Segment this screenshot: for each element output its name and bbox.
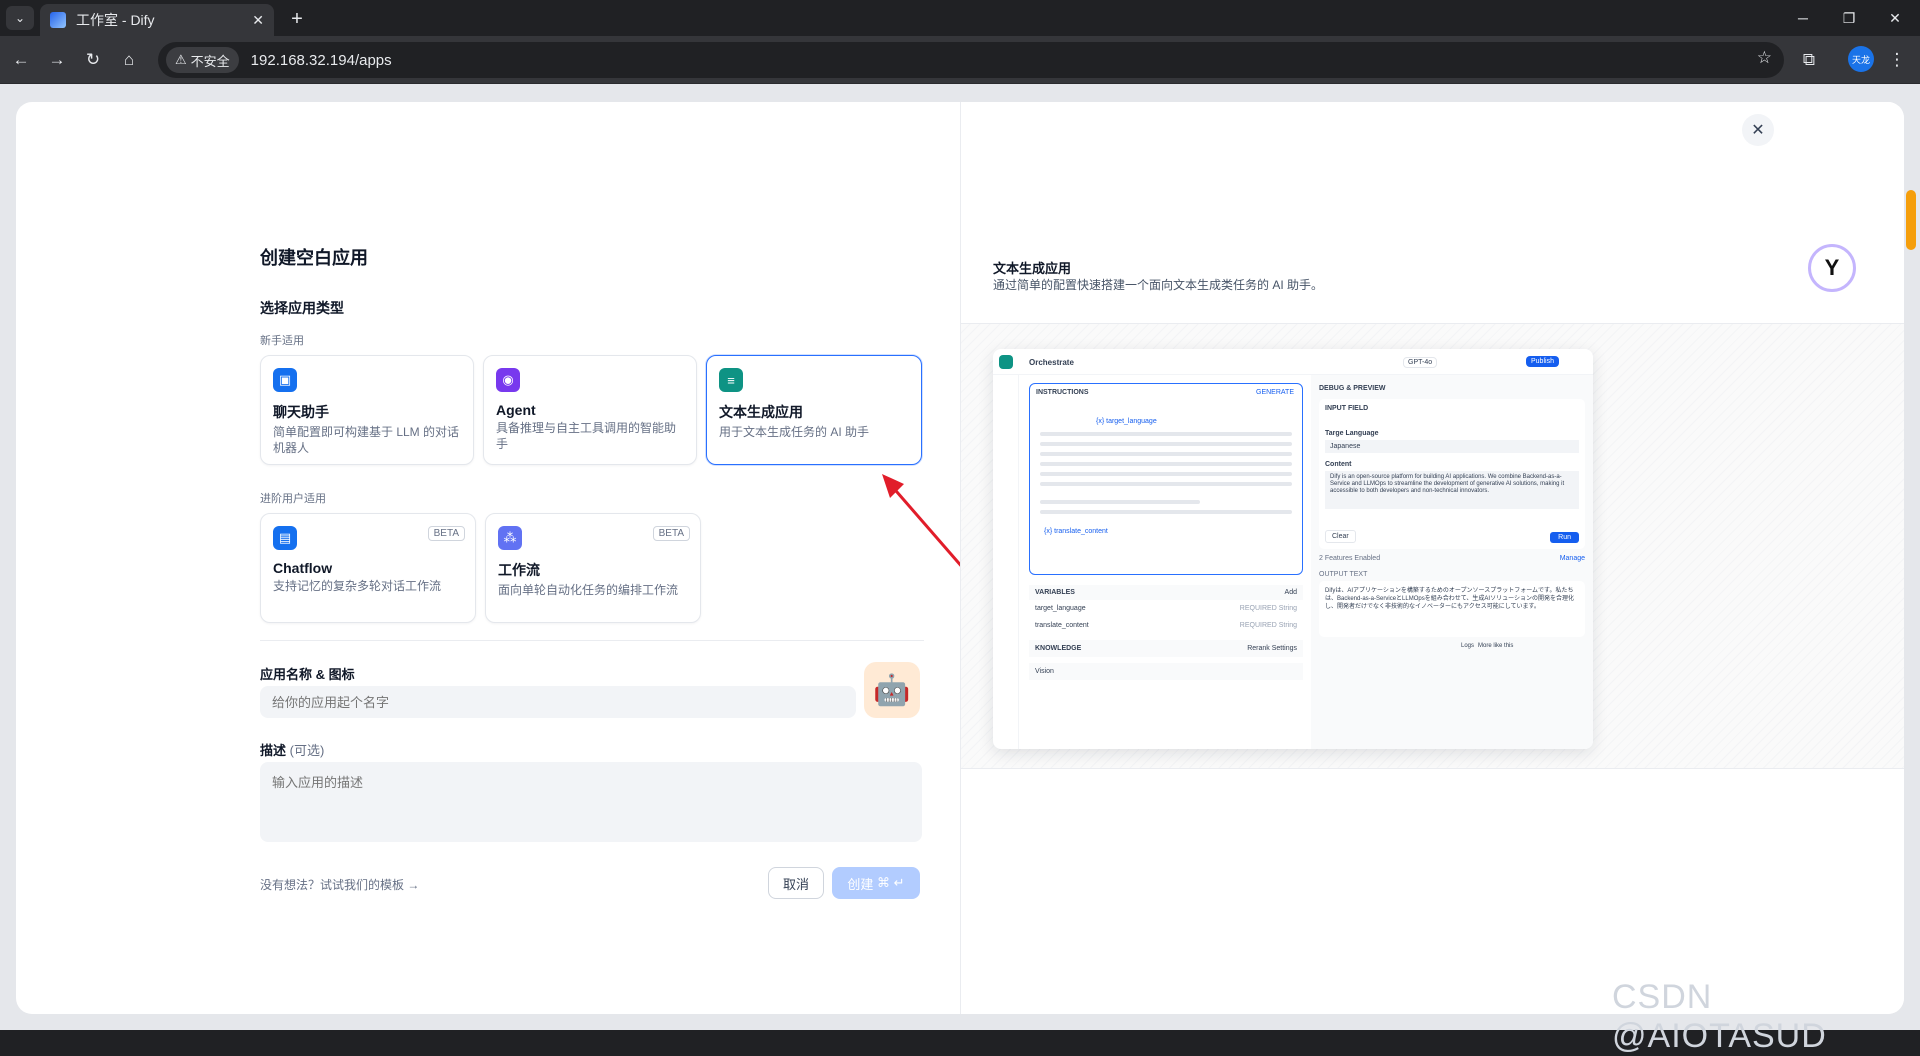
beginner-section-label: 新手适用 bbox=[260, 335, 304, 347]
extensions-icon[interactable]: ⧉ bbox=[1796, 47, 1822, 73]
preview-sidebar bbox=[993, 375, 1019, 749]
card-desc: 支持记忆的复杂多轮对话工作流 bbox=[273, 579, 442, 593]
preview-title: 文本生成应用 bbox=[993, 261, 1072, 276]
modal-title: 创建空白应用 bbox=[260, 248, 368, 268]
create-app-form: 创建空白应用 选择应用类型 新手适用 ▣ 聊天助手 简单配置即可构建基于 LLM… bbox=[16, 102, 972, 1014]
browser-tab-bar: ⌄ 工作室 - Dify ✕ + ─ ❐ ✕ bbox=[0, 0, 1920, 36]
template-link[interactable]: 没有想法？试试我们的模板 → bbox=[260, 876, 419, 893]
app-name-input[interactable] bbox=[260, 686, 856, 718]
warning-icon: ⚠ bbox=[175, 52, 187, 67]
app-type-card-workflow[interactable]: BETA ⁂ 工作流 面向单轮自动化任务的编排工作流 bbox=[485, 513, 701, 623]
card-title: 工作流 bbox=[498, 562, 540, 578]
dify-favicon-icon bbox=[50, 12, 66, 28]
beta-badge: BETA bbox=[427, 526, 465, 541]
address-bar[interactable]: ⚠ 不安全 192.168.32.194/apps ☆ bbox=[158, 42, 1784, 78]
workflow-icon: ⁂ bbox=[498, 526, 522, 550]
card-desc: 面向单轮自动化任务的编排工作流 bbox=[498, 583, 679, 597]
forward-icon[interactable]: → bbox=[44, 47, 70, 73]
profile-avatar[interactable]: 天龙 bbox=[1848, 46, 1874, 72]
card-desc: 用于文本生成任务的 AI 助手 bbox=[719, 425, 870, 439]
section-divider bbox=[260, 640, 924, 641]
description-textarea[interactable] bbox=[260, 762, 922, 842]
preview-topbar: Orchestrate GPT-4o Publish bbox=[993, 349, 1593, 375]
restore-button[interactable]: ❐ bbox=[1826, 0, 1872, 36]
url-text[interactable]: 192.168.32.194/apps bbox=[251, 52, 392, 69]
card-title: 聊天助手 bbox=[273, 404, 329, 420]
preview-screenshot: Orchestrate GPT-4o Publish INSTRUCTIONS … bbox=[993, 349, 1593, 749]
minimize-button[interactable]: ─ bbox=[1780, 0, 1826, 36]
app-icon-picker[interactable]: 🤖 bbox=[864, 662, 920, 718]
dify-logo-icon: Y bbox=[1808, 244, 1856, 292]
advanced-section-label: 进阶用户适用 bbox=[260, 493, 326, 505]
app-type-card-text-generation[interactable]: ≡ 文本生成应用 用于文本生成任务的 AI 助手 bbox=[706, 355, 922, 465]
preview-variables: VARIABLES Add target_language REQUIRED Str… bbox=[1029, 585, 1303, 680]
chatflow-icon: ▤ bbox=[273, 526, 297, 550]
arrow-right-icon: → bbox=[407, 878, 420, 892]
preview-publish: Publish bbox=[1526, 356, 1559, 367]
browser-tab[interactable]: 工作室 - Dify ✕ bbox=[40, 4, 274, 36]
app-name-label: 应用名称 & 图标 bbox=[260, 667, 355, 682]
beta-badge: BETA bbox=[652, 526, 690, 541]
create-button[interactable]: 创建 ⌘ ↵ bbox=[832, 867, 920, 899]
close-icon[interactable]: ✕ bbox=[1742, 114, 1774, 146]
app-type-card-chatbot[interactable]: ▣ 聊天助手 简单配置即可构建基于 LLM 的对话机器人 bbox=[260, 355, 474, 465]
app-type-card-agent[interactable]: ◉ Agent 具备推理与自主工具调用的智能助手 bbox=[483, 355, 697, 465]
robot-icon: 🤖 bbox=[873, 673, 911, 707]
chat-icon: ▣ bbox=[273, 368, 297, 392]
home-icon[interactable]: ⌂ bbox=[116, 47, 142, 73]
preview-orchestrate: Orchestrate bbox=[1029, 358, 1074, 367]
bookmark-star-icon[interactable]: ☆ bbox=[1757, 48, 1772, 68]
tab-close-icon[interactable]: ✕ bbox=[252, 12, 264, 29]
security-indicator[interactable]: ⚠ 不安全 bbox=[166, 47, 239, 73]
card-desc: 简单配置即可构建基于 LLM 的对话机器人 bbox=[273, 425, 460, 455]
card-title: 文本生成应用 bbox=[719, 404, 803, 420]
preview-model: GPT-4o bbox=[1403, 357, 1438, 368]
new-tab-button[interactable]: + bbox=[284, 6, 310, 32]
app-icon bbox=[999, 355, 1013, 369]
back-icon[interactable]: ← bbox=[8, 47, 34, 73]
browser-toolbar: ← → ↻ ⌂ ⚠ 不安全 192.168.32.194/apps ☆ ⧉ 天龙 … bbox=[0, 36, 1920, 84]
window-close-button[interactable]: ✕ bbox=[1872, 0, 1918, 36]
card-title: Chatflow bbox=[273, 560, 333, 576]
app-type-heading: 选择应用类型 bbox=[260, 300, 344, 316]
scrollbar-thumb[interactable] bbox=[1906, 190, 1916, 250]
card-desc: 具备推理与自主工具调用的智能助手 bbox=[496, 421, 677, 451]
app-type-preview-panel: ✕ 文本生成应用 通过简单的配置快速搭建一个面向文本生成类任务的 AI 助手。 … bbox=[960, 102, 1904, 1014]
card-title: Agent bbox=[496, 402, 536, 418]
menu-icon[interactable]: ⋮ bbox=[1884, 47, 1910, 73]
tab-title: 工作室 - Dify bbox=[76, 12, 155, 28]
create-app-modal: 创建空白应用 选择应用类型 新手适用 ▣ 聊天助手 简单配置即可构建基于 LLM… bbox=[16, 102, 1904, 1014]
page-background: 创建空白应用 选择应用类型 新手适用 ▣ 聊天助手 简单配置即可构建基于 LLM… bbox=[0, 84, 1920, 1030]
agent-icon: ◉ bbox=[496, 368, 520, 392]
app-type-card-chatflow[interactable]: BETA ▤ Chatflow 支持记忆的复杂多轮对话工作流 bbox=[260, 513, 476, 623]
tab-list-button[interactable]: ⌄ bbox=[6, 6, 34, 30]
text-generation-icon: ≡ bbox=[719, 368, 743, 392]
preview-debug-panel: DEBUG & PREVIEW INPUT FIELD Targe Langua… bbox=[1311, 375, 1593, 749]
cancel-button[interactable]: 取消 bbox=[768, 867, 824, 899]
preview-instructions: INSTRUCTIONS GENERATE {x} target_languag… bbox=[1029, 383, 1303, 575]
description-label: 描述 (可选) bbox=[260, 743, 325, 758]
preview-description: 通过简单的配置快速搭建一个面向文本生成类任务的 AI 助手。 bbox=[993, 278, 1324, 292]
watermark: CSDN @AIOTASUD bbox=[1612, 978, 1827, 1055]
reload-icon[interactable]: ↻ bbox=[80, 47, 106, 73]
